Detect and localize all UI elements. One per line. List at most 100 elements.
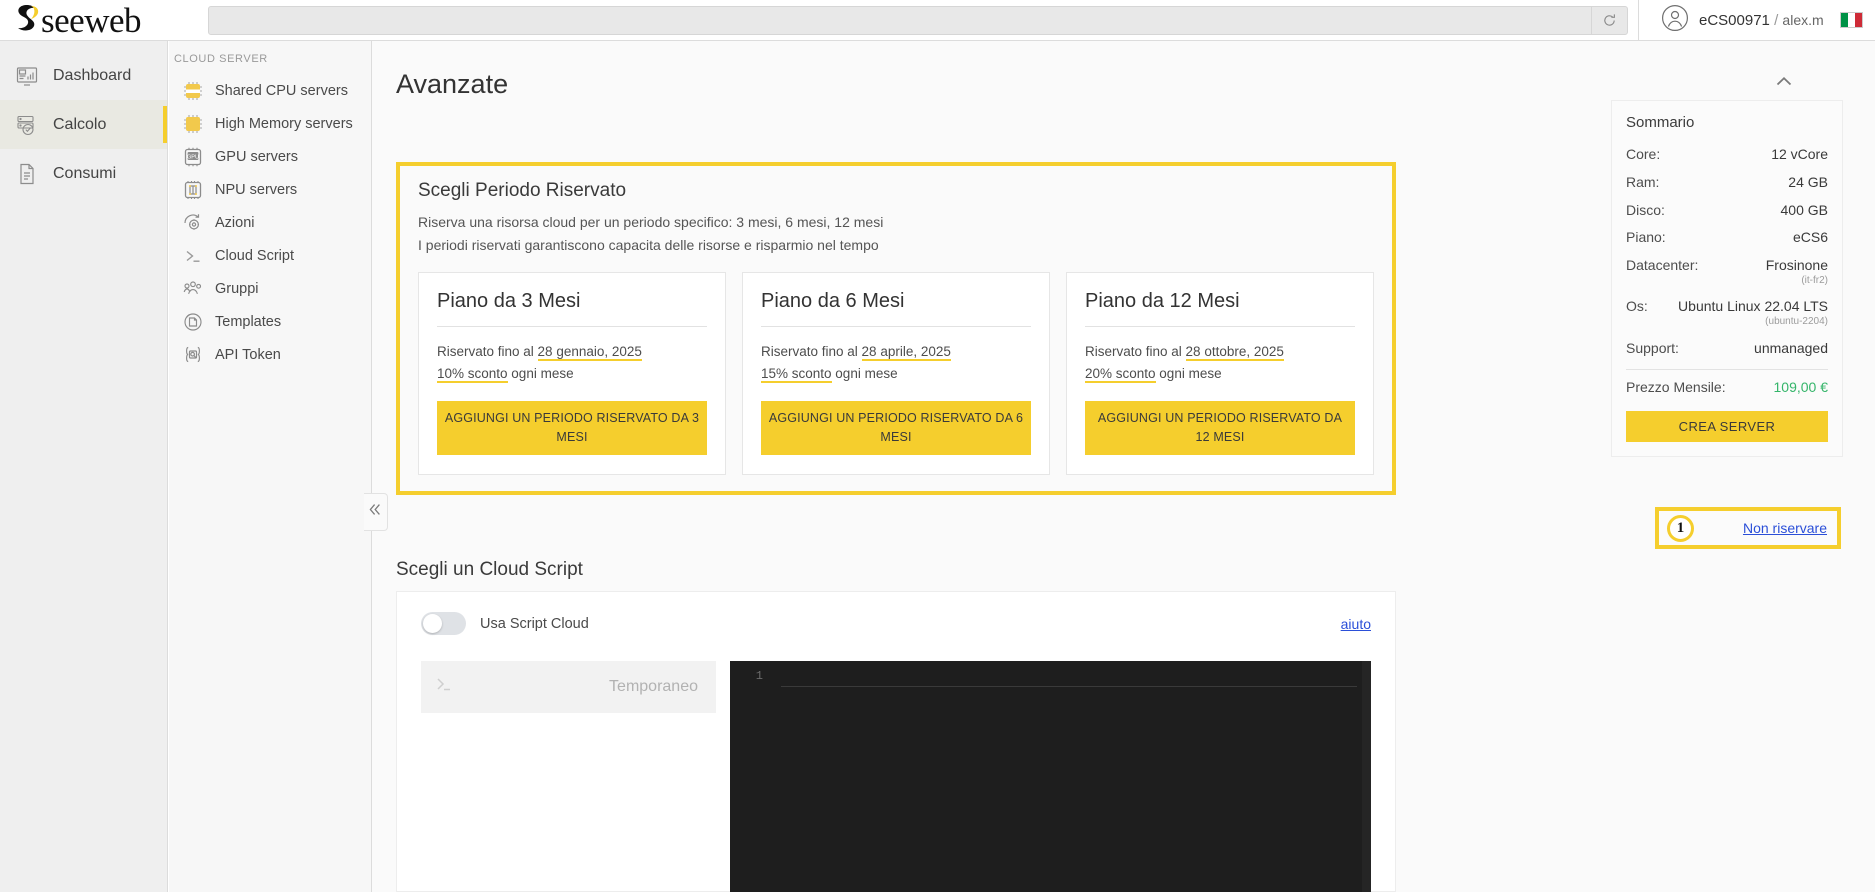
summary-key: Piano: <box>1626 229 1666 246</box>
plan-name: Piano da 6 Mesi <box>761 290 905 313</box>
plan-card-list: Piano da 3 Mesi Riservato fino al 28 gen… <box>418 272 1374 475</box>
double-chevron-left-icon <box>367 501 384 523</box>
summary-value: Ubuntu Linux 22.04 LTS <box>1678 298 1828 315</box>
editor-gutter: 1 <box>730 661 772 892</box>
sidebar-item-label: NPU servers <box>215 181 298 198</box>
summary-row-ram: Ram: 24 GB <box>1626 168 1828 196</box>
plan-valid-until-prefix: Riservato fino al <box>761 344 862 360</box>
use-cloud-script-toggle[interactable] <box>421 612 466 635</box>
annotation-step-box: 1 Non riservare <box>1655 507 1841 549</box>
sidebar-item-cloud-script[interactable]: Cloud Script <box>169 239 371 272</box>
sidebar-item-shared-cpu-servers[interactable]: Shared CPU servers <box>169 74 371 107</box>
secondary-sidebar-title: CLOUD SERVER <box>174 53 268 65</box>
summary-value-wrap: unmanaged <box>1754 340 1828 357</box>
summary-value: 12 vCore <box>1771 146 1828 162</box>
user-account-menu[interactable]: eCS00971 / alex.m <box>1639 0 1824 41</box>
sidebar-item-label: Azioni <box>215 214 255 231</box>
sidebar-item-calcolo[interactable]: Calcolo <box>0 100 167 149</box>
sidebar-item-npu-servers[interactable]: NPU servers <box>169 173 371 206</box>
add-reserved-period-3-months-button[interactable]: AGGIUNGI UN PERIODO RISERVATO DA 3 MESI <box>437 401 707 455</box>
sidebar-item-high-memory-servers[interactable]: High Memory servers <box>169 107 371 140</box>
sidebar-item-api-token[interactable]: API Token <box>169 338 371 371</box>
use-cloud-script-toggle-group: Usa Script Cloud <box>421 612 589 635</box>
summary-value-wrap: 400 GB <box>1781 202 1828 219</box>
plan-valid-until-prefix: Riservato fino al <box>1085 344 1186 360</box>
summary-price-value: 109,00 € <box>1773 378 1829 395</box>
summary-value-sub: (it-fr2) <box>1801 274 1828 286</box>
summary-price-key: Prezzo Mensile: <box>1626 378 1726 395</box>
account-id: eCS00971 <box>1699 11 1770 29</box>
summary-key: Datacenter: <box>1626 257 1699 274</box>
api-token-icon <box>181 343 204 366</box>
summary-row-piano: Piano: eCS6 <box>1626 223 1828 251</box>
plan-valid-until-date: 28 gennaio, 2025 <box>537 344 642 362</box>
svg-text:GPU: GPU <box>186 154 198 160</box>
sidebar-item-label: Consumi <box>53 164 117 182</box>
sidebar-item-dashboard[interactable]: Dashboard <box>0 51 167 100</box>
primary-sidebar: Dashboard Calcolo Consumi <box>0 41 168 892</box>
sidebar-item-label: GPU servers <box>215 148 298 165</box>
sidebar-item-gpu-servers[interactable]: GPU GPU servers <box>169 140 371 173</box>
sidebar-item-templates[interactable]: Templates <box>169 305 371 338</box>
secondary-sidebar: CLOUD SERVER Shared CPU servers High Mem… <box>169 41 372 892</box>
add-reserved-period-6-months-button[interactable]: AGGIUNGI UN PERIODO RISERVATO DA 6 MESI <box>761 401 1031 455</box>
logo-wordmark: seeweb <box>41 0 142 40</box>
user-account-label: eCS00971 / alex.m <box>1699 12 1824 29</box>
global-search-bar[interactable] <box>208 5 1628 35</box>
do-not-reserve-link[interactable]: Non riservare <box>1743 520 1827 536</box>
reserved-period-subtitle-2: I periodi riservati garantiscono capacit… <box>418 236 879 253</box>
cloud-script-body: Temporaneo 1 <box>397 635 1395 892</box>
summary-value: Frosinone <box>1765 257 1828 274</box>
sidebar-item-azioni[interactable]: Azioni <box>169 206 371 239</box>
summary-value-wrap: 12 vCore <box>1771 146 1828 163</box>
sidebar-item-label: Gruppi <box>215 280 259 297</box>
editor-line-number: 1 <box>755 669 763 683</box>
search-input[interactable] <box>209 6 1591 34</box>
refresh-icon[interactable] <box>1591 6 1627 34</box>
add-reserved-period-12-months-button[interactable]: AGGIUNGI UN PERIODO RISERVATO DA 12 MESI <box>1085 401 1355 455</box>
account-username: alex.m <box>1782 11 1824 28</box>
gpu-chip-icon: GPU <box>181 145 204 168</box>
plan-discount: 10% sconto ogni mese <box>437 363 707 385</box>
temporary-script-card[interactable]: Temporaneo <box>421 661 716 713</box>
sidebar-item-gruppi[interactable]: Gruppi <box>169 272 371 305</box>
summary-value-wrap: eCS6 <box>1793 229 1828 246</box>
plan-discount: 15% sconto ogni mese <box>761 363 1031 385</box>
sidebar-item-label: Calcolo <box>53 115 107 133</box>
reserved-period-subtitle-1: Riserva una risorsa cloud per un periodo… <box>418 214 884 230</box>
sidebar-item-label: API Token <box>215 346 281 363</box>
templates-icon <box>181 310 204 333</box>
cloud-script-help-link[interactable]: aiuto <box>1341 616 1371 632</box>
sidebar-collapse-button[interactable] <box>364 493 388 531</box>
cloud-script-panel: Usa Script Cloud aiuto Temporaneo 1 <box>396 591 1396 892</box>
plan-valid-until: Riservato fino al 28 ottobre, 2025 <box>1085 341 1355 363</box>
summary-key: Support: <box>1626 339 1679 356</box>
editor-scrollbar[interactable] <box>1362 661 1371 892</box>
collapse-section-button[interactable] <box>1769 70 1799 100</box>
sidebar-item-label: Dashboard <box>53 66 132 84</box>
summary-value: unmanaged <box>1754 339 1828 356</box>
cloud-script-code-editor[interactable]: 1 <box>730 661 1371 892</box>
summary-row-datacenter: Datacenter: Frosinone (it-fr2) <box>1626 251 1828 292</box>
summary-row-support: Support: unmanaged <box>1626 334 1828 362</box>
summary-value: 400 GB <box>1780 201 1828 218</box>
summary-value: eCS6 <box>1792 229 1828 246</box>
gear-actions-icon <box>181 211 204 234</box>
page-title: Avanzate <box>396 69 509 99</box>
terminal-icon <box>181 244 204 267</box>
seeweb-logo[interactable]: seeweb <box>0 0 205 41</box>
italian-flag-icon[interactable] <box>1839 12 1863 28</box>
seeweb-logo-mark <box>14 3 40 38</box>
create-server-button[interactable]: CREA SERVER <box>1626 410 1828 442</box>
summary-key: Ram: <box>1626 173 1660 190</box>
summary-value-wrap: Ubuntu Linux 22.04 LTS (ubuntu-2204) <box>1678 298 1828 328</box>
cloud-script-title: Scegli un Cloud Script <box>396 559 583 580</box>
cpu-chip-icon <box>181 79 204 102</box>
sidebar-item-consumi[interactable]: Consumi <box>0 149 167 198</box>
plan-card-12-months: Piano da 12 Mesi Riservato fino al 28 ot… <box>1066 272 1374 475</box>
summary-row-price: Prezzo Mensile: 109,00 € <box>1626 373 1828 400</box>
memory-chip-icon <box>181 112 204 135</box>
annotation-step-badge: 1 <box>1667 514 1694 542</box>
summary-key: Os: <box>1626 298 1648 315</box>
temporary-script-label: Temporaneo <box>609 678 698 695</box>
